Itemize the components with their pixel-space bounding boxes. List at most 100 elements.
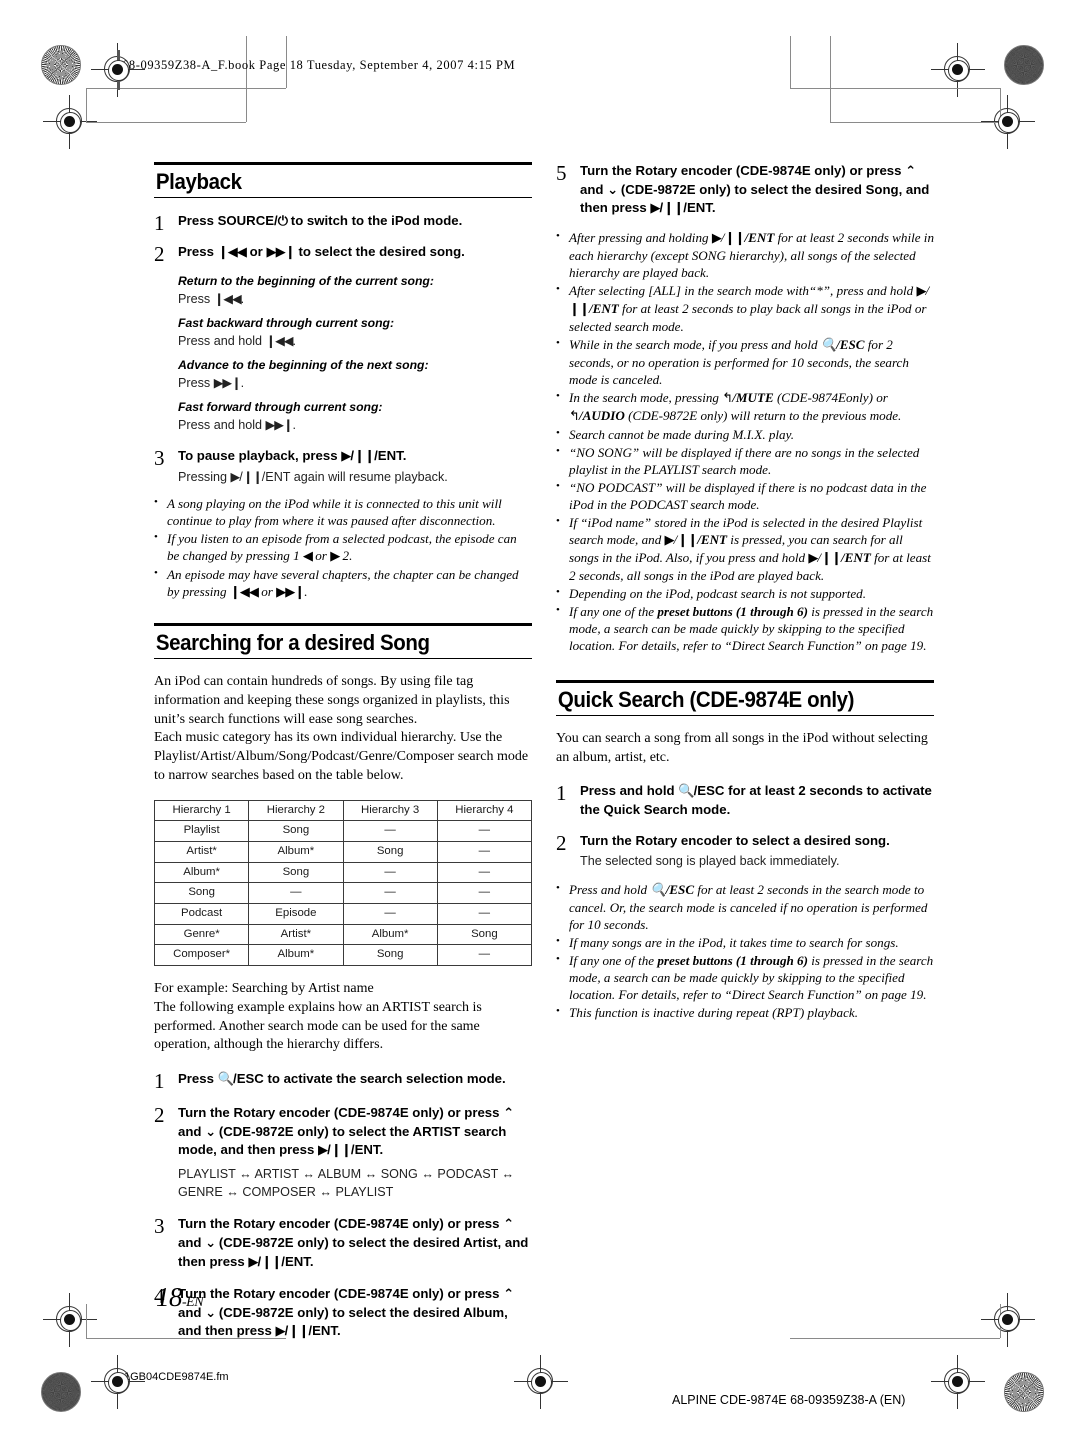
note-item: • If any one of the preset buttons (1 th…	[556, 603, 934, 654]
registration-mark-lower-right	[981, 1293, 1035, 1347]
section-heading-quick-search: Quick Search (CDE-9874E only)	[557, 687, 855, 713]
table-cell: Episode	[248, 902, 344, 925]
note-item: • A song playing on the iPod while it is…	[154, 495, 532, 529]
step-search-1: 1 Press 🔍/ESC to activate the search sel…	[154, 1070, 532, 1092]
folio-number: 18	[156, 1282, 183, 1312]
note-text: “NO PODCAST” will be displayed if there …	[569, 479, 927, 512]
return-arrow-icon: ↰	[569, 408, 580, 424]
section-rule-bottom	[154, 196, 532, 198]
registration-starburst-bottom-right	[1004, 1372, 1044, 1412]
note-text: A song playing on the iPod while it is c…	[167, 496, 502, 529]
note-text: “NO SONG” will be displayed if there are…	[569, 444, 920, 477]
operation-advance-next: Advance to the beginning of the next son…	[178, 358, 532, 391]
bullet-icon: •	[556, 389, 560, 402]
table-cell: Song	[248, 820, 344, 842]
step-body: Press SOURCE/⏻ to switch to the iPod mod…	[178, 212, 532, 231]
note-item: • If any one of the preset buttons (1 th…	[556, 952, 934, 1003]
footer-source-file: 1GB04CDE9874E.fm	[124, 1371, 229, 1383]
footer-imprint: ALPINE CDE-9874E 68-09359Z38-A (EN)	[672, 1393, 906, 1407]
bullet-icon: •	[556, 444, 560, 457]
crop-line-bottom-left-v	[86, 1304, 87, 1338]
note-text: This function is inactive during repeat …	[569, 1005, 858, 1021]
bullet-icon: •	[556, 603, 560, 616]
note-item: • After selecting [ALL] in the search mo…	[556, 282, 934, 335]
registration-mark-bottom-right	[931, 1355, 985, 1409]
crop-line-left	[86, 88, 87, 122]
operation-title: Return to the beginning of the current s…	[178, 273, 434, 288]
bullet-icon: •	[556, 229, 560, 242]
table-row: Composer* Album* Song —	[153, 944, 533, 967]
step-body: Turn the Rotary encoder (CDE-9874E only)…	[178, 1285, 532, 1341]
table-header-cell: Hierarchy 3	[342, 799, 438, 822]
step-number: 1	[556, 781, 567, 806]
section-heading-playback: Playback	[155, 169, 242, 194]
registration-mark-bottom-center	[514, 1355, 568, 1409]
registration-mark-upper-right	[981, 95, 1035, 149]
step-heading: Turn the Rotary encoder (CDE-9874E only)…	[580, 163, 930, 217]
search-magnifier-icon: 🔍	[217, 1072, 234, 1088]
note-item: • In the search mode, pressing ↰/MUTE (C…	[556, 389, 934, 425]
note-item: • “NO PODCAST” will be displayed if ther…	[556, 479, 934, 513]
bullet-icon: •	[154, 496, 158, 509]
section-heading-searching: Searching for a desired Song	[155, 630, 430, 656]
searching-intro-1: An iPod can contain hundreds of songs. B…	[154, 674, 510, 727]
manual-page: 68-09359Z38-A_F.book Page 18 Tuesday, Se…	[0, 0, 1080, 1445]
step-number: 2	[154, 241, 165, 266]
step-heading: Press and hold 🔍/ESC for at least 2 seco…	[580, 783, 932, 817]
return-arrow-icon: ↰	[722, 390, 733, 406]
step-body: Press 🔍/ESC to activate the search selec…	[178, 1070, 532, 1089]
search-magnifier-icon: 🔍	[820, 337, 837, 353]
step-search-3: 3 Turn the Rotary encoder (CDE-9874E onl…	[154, 1215, 532, 1271]
note-text: If many songs are in the iPod, it takes …	[569, 934, 899, 950]
section-rule-bottom	[556, 714, 934, 716]
search-mode-chain: PLAYLIST ↔ ARTIST ↔ ALBUM ↔ SONG ↔ PODCA…	[178, 1166, 515, 1199]
page-folio: 18-EN	[156, 1282, 204, 1313]
step-heading: Press ❙◀◀ or ▶▶❙ to select the desired s…	[178, 243, 465, 260]
note-item: • If “iPod name” stored in the iPod is s…	[556, 514, 934, 584]
step-body: Turn the Rotary encoder (CDE-9874E only)…	[580, 162, 934, 218]
table-row: Playlist Song — —	[153, 820, 533, 842]
table-cell: Genre*	[153, 923, 250, 946]
table-cell: —	[342, 882, 438, 904]
table-cell: —	[436, 902, 533, 925]
up-chevron-icon: ⌃	[503, 1106, 514, 1122]
crop-line-right-inner	[790, 36, 791, 88]
table-row: Podcast Episode — —	[153, 902, 533, 925]
table-cell: Song	[248, 861, 344, 884]
playback-notes: • A song playing on the iPod while it is…	[154, 495, 532, 601]
operation-title: Advance to the beginning of the next son…	[178, 358, 429, 373]
note-item: • Press and hold 🔍/ESC for at least 2 se…	[556, 881, 934, 933]
crop-line-top-right	[790, 88, 1000, 89]
note-text: If “iPod name” stored in the iPod is sel…	[569, 514, 931, 583]
bullet-icon: •	[556, 336, 560, 349]
up-chevron-icon: ⌃	[503, 1217, 514, 1233]
step-number: 3	[154, 1214, 165, 1239]
note-text: While in the search mode, if you press a…	[569, 336, 909, 387]
operation-title: Fast forward through current song:	[178, 400, 383, 415]
step-heading: Turn the Rotary encoder to select a desi…	[580, 833, 890, 849]
step-subtext: Pressing ▶/❙❙/ENT again will resume play…	[178, 469, 448, 485]
note-item: • Search cannot be made during M.I.X. pl…	[556, 426, 934, 443]
step-body: Turn the Rotary encoder to select a desi…	[580, 832, 934, 870]
note-text: In the search mode, pressing ↰/MUTE (CDE…	[569, 389, 902, 424]
table-header-cell: Hierarchy 1	[153, 799, 250, 822]
crop-line-bottom-right	[790, 1338, 1000, 1339]
note-item: • “NO SONG” will be displayed if there a…	[556, 444, 934, 478]
bullet-icon: •	[154, 567, 158, 580]
step-heading: To pause playback, press ▶/❙❙/ENT.	[178, 447, 407, 464]
note-item: • An episode may have several chapters, …	[154, 566, 532, 601]
search-magnifier-icon: 🔍	[678, 784, 694, 800]
registration-mark-top-right	[931, 43, 985, 97]
table-cell: —	[342, 861, 438, 884]
left-column: Playback 1 Press SOURCE/⏻ to switch to t…	[153, 162, 533, 1341]
bullet-icon: •	[556, 479, 560, 492]
bullet-icon: •	[556, 585, 560, 598]
step-playback-2: 2 Press ❙◀◀ or ▶▶❙ to select the desired…	[154, 243, 532, 265]
table-row: Genre* Artist* Album* Song	[153, 923, 533, 946]
section-quick-search: Quick Search (CDE-9874E only)	[556, 680, 934, 716]
section-playback: Playback	[154, 162, 532, 198]
table-header-cell: Hierarchy 2	[248, 799, 344, 822]
step-quick-1: 1 Press and hold 🔍/ESC for at least 2 se…	[556, 782, 934, 818]
step-search-5: 5 Turn the Rotary encoder (CDE-9874E onl…	[556, 162, 934, 218]
step-heading: Turn the Rotary encoder (CDE-9874E only)…	[178, 1286, 514, 1340]
